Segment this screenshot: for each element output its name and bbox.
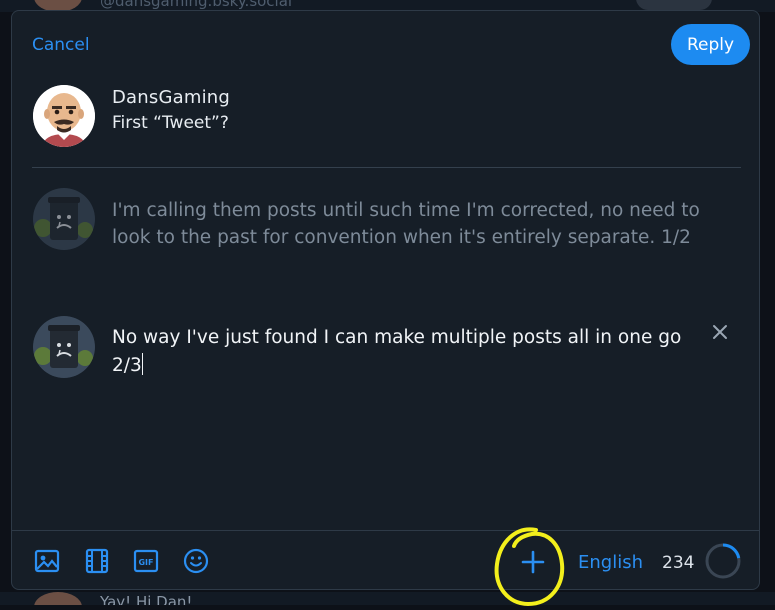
character-progress-ring bbox=[705, 543, 741, 579]
text-cursor bbox=[141, 353, 143, 375]
thread-post-2-editor[interactable]: No way I've just found I can make multip… bbox=[112, 324, 692, 380]
gif-icon[interactable]: GIF bbox=[133, 548, 159, 574]
character-count: 234 bbox=[662, 553, 695, 573]
parent-author-name: DansGaming bbox=[112, 87, 231, 108]
thread-post-1-text[interactable]: I'm calling them posts until such time I… bbox=[112, 197, 712, 251]
thread-post-avatar bbox=[33, 188, 95, 250]
thread-post-2-text: No way I've just found I can make multip… bbox=[112, 327, 682, 376]
toolbar-divider bbox=[12, 530, 759, 531]
add-post-button[interactable] bbox=[518, 547, 548, 577]
reply-button[interactable]: Reply bbox=[671, 24, 750, 65]
reply-composer-dialog: Cancel Reply DansGaming First “Tweet”? I… bbox=[11, 10, 760, 607]
image-icon[interactable] bbox=[34, 548, 60, 574]
language-selector[interactable]: English bbox=[578, 552, 643, 573]
parent-author-avatar bbox=[33, 85, 95, 147]
background-post-text: Yay! Hi Dan! bbox=[100, 593, 193, 605]
thread-post-avatar bbox=[33, 316, 95, 378]
background-button bbox=[636, 0, 712, 10]
remove-post-button[interactable] bbox=[709, 321, 731, 343]
video-icon[interactable] bbox=[84, 548, 110, 574]
plus-icon bbox=[521, 550, 545, 574]
cancel-button[interactable]: Cancel bbox=[32, 35, 90, 55]
background-handle: @dansgaming.bsky.social bbox=[100, 0, 293, 10]
parent-post-text: First “Tweet”? bbox=[112, 113, 229, 133]
emoji-icon[interactable] bbox=[183, 548, 209, 574]
background-avatar bbox=[34, 592, 82, 605]
svg-text:GIF: GIF bbox=[138, 558, 153, 567]
divider bbox=[32, 167, 741, 168]
close-icon bbox=[713, 325, 727, 339]
background-post-bottom: Yay! Hi Dan! bbox=[0, 592, 775, 605]
